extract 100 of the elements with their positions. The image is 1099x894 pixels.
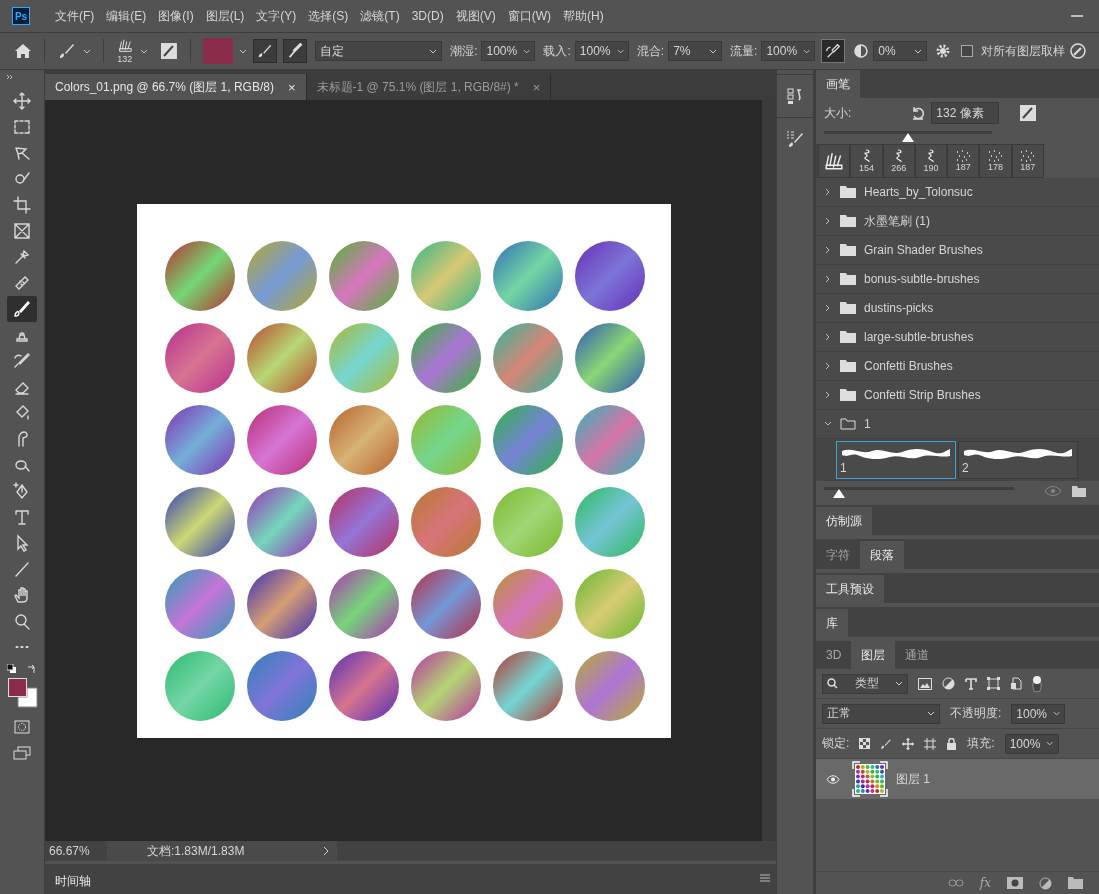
brush-settings-icon[interactable]: [786, 130, 804, 148]
menu-item[interactable]: 窗口(W): [502, 7, 556, 25]
panel-tab[interactable]: 3D: [816, 641, 852, 669]
menu-item[interactable]: 滤镜(T): [355, 7, 405, 25]
type-filter-icon[interactable]: [965, 677, 977, 690]
value-field[interactable]: 7%: [668, 41, 723, 61]
brush-group[interactable]: Confetti Brushes: [816, 352, 1099, 381]
document-tab[interactable]: Colors_01.png @ 66.7% (图层 1, RGB/8) ×: [45, 74, 307, 100]
collapse-icon[interactable]: [6, 74, 14, 80]
color-swatch[interactable]: [202, 38, 233, 64]
smart-object-filter-icon[interactable]: [1010, 677, 1022, 690]
blend-mode-dropdown[interactable]: 正常: [822, 703, 940, 724]
brush-group[interactable]: 水墨笔刷 (1): [816, 207, 1099, 236]
settings-icon[interactable]: [935, 43, 952, 59]
visibility-eye-icon[interactable]: [826, 774, 840, 784]
brush-group[interactable]: 1: [816, 410, 1099, 439]
brush-group[interactable]: dustins-picks: [816, 294, 1099, 323]
panel-tab[interactable]: 通道: [895, 641, 940, 669]
menu-item[interactable]: 编辑(E): [101, 7, 152, 25]
scrollbar[interactable]: [762, 100, 776, 841]
layer-mask-icon[interactable]: [1007, 877, 1023, 889]
airbrush-button[interactable]: [821, 39, 846, 63]
opacity-field[interactable]: 100%: [1011, 703, 1066, 724]
quick-mask-icon[interactable]: [14, 720, 30, 734]
brush-preset[interactable]: 1: [836, 441, 956, 479]
brush-preset[interactable]: 2: [958, 441, 1078, 479]
brush-preset[interactable]: [818, 144, 851, 178]
size-field[interactable]: 132 像素: [931, 102, 1000, 124]
brush-preset[interactable]: 187: [947, 144, 980, 178]
image-filter-icon[interactable]: [918, 677, 932, 690]
lock-icon[interactable]: [946, 737, 958, 750]
smoothing-field[interactable]: 0%: [873, 41, 928, 61]
brush-tool[interactable]: [7, 296, 37, 322]
menu-item[interactable]: 视图(V): [450, 7, 501, 25]
folder-icon[interactable]: [1068, 877, 1083, 889]
panel-tab[interactable]: 字符: [816, 541, 860, 569]
panel-tab[interactable]: 库: [816, 609, 848, 637]
close-button[interactable]: ×: [532, 79, 541, 95]
size-slider[interactable]: [824, 128, 992, 142]
menu-item[interactable]: 帮助(H): [558, 7, 609, 25]
menu-item[interactable]: 3D(D): [406, 9, 449, 23]
menu-item[interactable]: 图层(L): [200, 7, 250, 25]
brush-group[interactable]: bonus-subtle-brushes: [816, 265, 1099, 294]
brush-icon[interactable]: [880, 737, 893, 750]
brush-group[interactable]: Confetti Strip Brushes: [816, 381, 1099, 410]
caret-icon[interactable]: [82, 48, 91, 54]
brush-preset[interactable]: 266: [882, 144, 915, 178]
brush-settings-icon[interactable]: [159, 42, 178, 60]
swap-arrows-icon[interactable]: [27, 664, 37, 674]
brush-preset[interactable]: 178: [979, 144, 1012, 178]
close-button[interactable]: ×: [287, 79, 296, 95]
reset-icon[interactable]: [911, 106, 926, 120]
artboard-icon[interactable]: [924, 737, 937, 750]
value-field[interactable]: 100%: [481, 41, 536, 61]
new-brush-icon[interactable]: [1019, 104, 1038, 122]
shape-filter-icon[interactable]: [987, 677, 1000, 690]
menu-item[interactable]: 图像(I): [153, 7, 199, 25]
mode-dropdown[interactable]: 自定: [314, 41, 443, 61]
value-field[interactable]: 100%: [574, 41, 629, 61]
preview-size-slider[interactable]: [824, 484, 1014, 498]
caret-icon[interactable]: [139, 48, 148, 54]
filter-dropdown[interactable]: 类型: [822, 673, 908, 694]
menu-item[interactable]: 选择(S): [303, 7, 354, 25]
brush-preset[interactable]: 187: [1011, 144, 1044, 178]
brush-preset[interactable]: 190: [914, 144, 948, 178]
clean-brush-button[interactable]: [282, 39, 307, 63]
menu-item[interactable]: 文件(F): [50, 7, 100, 25]
home-icon[interactable]: [14, 43, 32, 59]
panel-tab[interactable]: 工具预设: [816, 575, 884, 603]
default-colors-icon[interactable]: [7, 664, 17, 674]
fill-field[interactable]: 100%: [1004, 733, 1059, 754]
load-brush-button[interactable]: [252, 39, 277, 63]
brush-panel-tab[interactable]: 画笔: [816, 70, 860, 98]
adjustment-filter-icon[interactable]: [942, 677, 955, 690]
layer-style-button[interactable]: fx: [979, 876, 991, 890]
panel-tab[interactable]: 图层: [851, 641, 896, 669]
filter-toggle-icon[interactable]: [1032, 674, 1042, 693]
checkbox[interactable]: [961, 45, 974, 57]
document-info[interactable]: 文档:1.83M/1.83M: [107, 841, 337, 861]
adjustment-layer-icon[interactable]: [1039, 876, 1052, 890]
brush-group[interactable]: Grain Shader Brushes: [816, 236, 1099, 265]
brush-preset-picker[interactable]: 132: [115, 38, 134, 64]
background-color-swatch[interactable]: [17, 687, 38, 708]
brush-preset[interactable]: 154: [850, 144, 883, 178]
pressure-icon[interactable]: [1069, 42, 1087, 60]
panel-tab[interactable]: 段落: [860, 541, 904, 569]
screen-mode-icon[interactable]: [13, 746, 31, 760]
folder-icon[interactable]: [1072, 485, 1086, 497]
menu-item[interactable]: 文字(Y): [251, 7, 302, 25]
brush-group[interactable]: Hearts_by_Tolonsuc: [816, 178, 1099, 207]
menu-icon[interactable]: [760, 874, 770, 882]
foreground-color-swatch[interactable]: [8, 678, 27, 697]
brush-group[interactable]: large-subtle-brushes: [816, 323, 1099, 352]
layer-row[interactable]: 图层 1: [816, 759, 1099, 799]
lock-transparency-icon[interactable]: [859, 738, 871, 749]
link-icon[interactable]: [947, 879, 964, 887]
value-field[interactable]: 100%: [761, 41, 816, 61]
move-icon[interactable]: [902, 737, 915, 750]
panel-tab[interactable]: 仿制源: [816, 507, 872, 535]
history-icon[interactable]: [787, 87, 803, 105]
